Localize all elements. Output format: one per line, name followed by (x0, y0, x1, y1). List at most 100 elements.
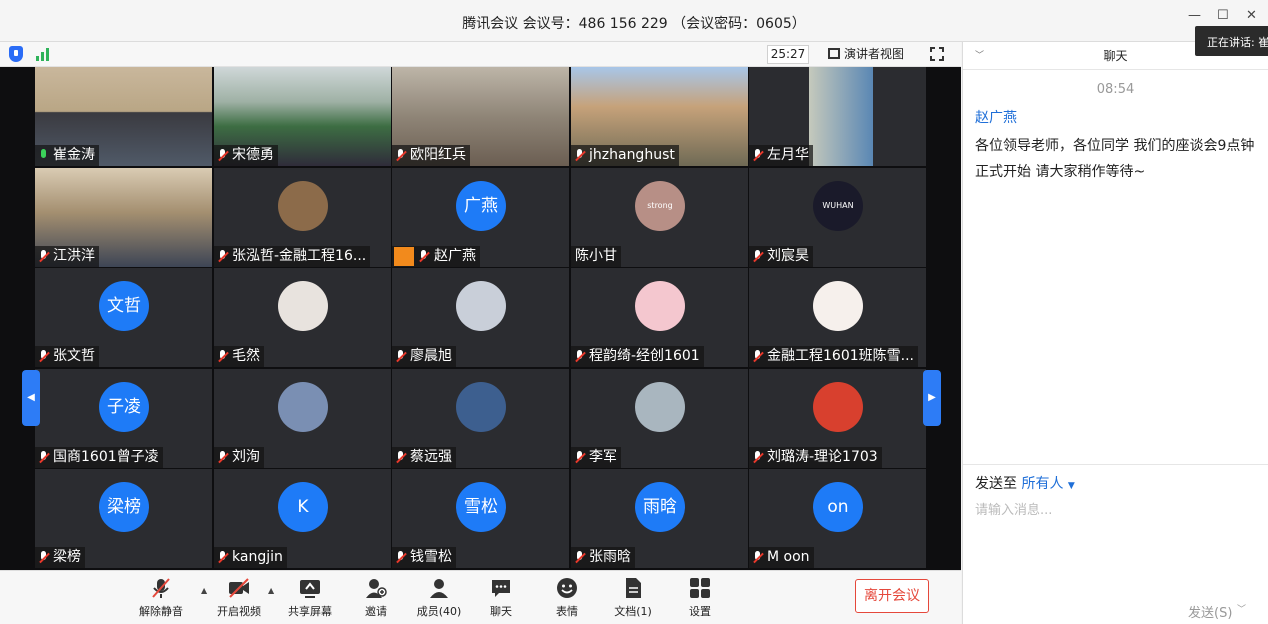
fullscreen-icon[interactable] (930, 47, 944, 61)
participant-tile[interactable]: 廖晨旭 (392, 268, 569, 367)
members-button[interactable]: 成员(40) (409, 577, 469, 619)
prev-page-arrow[interactable]: ◀ (22, 370, 40, 426)
participant-tile[interactable]: WUHAN 刘宸昊 (749, 168, 926, 267)
reactions-button[interactable]: 表情 (537, 577, 597, 619)
participant-tile[interactable]: strong 陈小甘 (571, 168, 748, 267)
participant-grid: 崔金涛 宋德勇 欧阳红兵 jhzhanghust 左月华江洪洋 张泓哲-金融工程16...… (35, 67, 926, 570)
meeting-toolbar: 解除静音 ▲ 开启视频 ▲ 共享屏幕 邀请 成员(40) 聊天 表情 文档(1)… (0, 570, 961, 624)
chat-button[interactable]: 聊天 (471, 577, 531, 619)
send-button[interactable]: 发送(S) (1188, 602, 1232, 621)
audio-options-caret-icon[interactable]: ▲ (201, 586, 207, 595)
mic-muted-icon (217, 451, 229, 464)
participant-label: 刘璐涛-理论1703 (749, 447, 882, 468)
participant-label: 国商1601曾子凌 (35, 447, 163, 468)
send-to-label: 发送至 (975, 476, 1017, 492)
dropdown-caret-icon[interactable]: ▼ (1068, 481, 1075, 491)
settings-label: 设置 (689, 605, 711, 618)
participant-avatar: 梁榜 (99, 482, 149, 532)
participant-label: M oon (749, 547, 814, 568)
participant-tile[interactable]: 江洪洋 (35, 168, 212, 267)
layout-icon (828, 48, 840, 59)
participant-label: 欧阳红兵 (392, 145, 470, 166)
mic-muted-icon (38, 451, 50, 464)
participant-tile[interactable]: 子凌国商1601曾子凌 (35, 369, 212, 468)
participant-tile[interactable]: 欧阳红兵 (392, 67, 569, 166)
mic-active-icon (38, 149, 49, 162)
send-options-chevron-icon[interactable]: ﹀ (1237, 602, 1246, 615)
participant-tile[interactable]: 雨晗 张雨晗 (571, 469, 748, 568)
participant-name: 刘洵 (232, 449, 260, 465)
signal-icon[interactable] (36, 47, 52, 61)
participant-name: 赵广燕 (434, 248, 476, 264)
members-icon (428, 577, 450, 599)
security-shield-icon[interactable] (9, 46, 23, 62)
participant-tile[interactable]: 广燕赵广燕 (392, 168, 569, 267)
participant-tile[interactable]: 程韵绮-经创1601 (571, 268, 748, 367)
message-input[interactable]: 请输入消息... (975, 499, 1268, 518)
participant-tile[interactable]: 雪松 钱雪松 (392, 469, 569, 568)
send-to-target[interactable]: 所有人 (1021, 476, 1063, 492)
mic-muted-icon (574, 350, 586, 363)
members-label: 成员(40) (416, 605, 462, 618)
mic-muted-icon (38, 250, 50, 263)
video-header: 25:27 演讲者视图 (0, 42, 961, 67)
participant-tile[interactable]: 李军 (571, 369, 748, 468)
video-options-caret-icon[interactable]: ▲ (268, 586, 274, 595)
leave-meeting-button[interactable]: 离开会议 (855, 579, 929, 613)
participant-avatar: on (813, 482, 863, 532)
send-to-selector[interactable]: 发送至 所有人 ▼ (975, 473, 1268, 493)
title-bar: 腾讯会议 会议号：486 156 229 （会议密码：0605） — ☐ ✕ (0, 0, 1268, 42)
mic-muted-icon (574, 551, 586, 564)
participant-tile[interactable]: 金融工程1601班陈雪... (749, 268, 926, 367)
participant-avatar: 子凌 (99, 382, 149, 432)
participant-avatar: 文哲 (99, 281, 149, 331)
mic-muted-icon (752, 551, 764, 564)
participant-tile[interactable]: 梁榜 梁榜 (35, 469, 212, 568)
participant-tile[interactable]: 蔡远强 (392, 369, 569, 468)
participant-avatar: 广燕 (456, 181, 506, 231)
participant-tile[interactable]: 崔金涛 (35, 67, 212, 166)
participant-tile[interactable]: 文哲 张文哲 (35, 268, 212, 367)
next-page-arrow[interactable]: ▶ (923, 370, 941, 426)
participant-tile[interactable]: jhzhanghust (571, 67, 748, 166)
mic-muted-icon (395, 551, 407, 564)
participant-tile[interactable]: on M oon (749, 469, 926, 568)
participant-label: 刘洵 (214, 447, 264, 468)
share-screen-button[interactable]: 共享屏幕 (280, 577, 340, 619)
mic-muted-icon (574, 451, 586, 464)
invite-button[interactable]: 邀请 (346, 577, 406, 619)
participant-name: 欧阳红兵 (410, 147, 466, 163)
participant-tile[interactable]: 张泓哲-金融工程16... (214, 168, 391, 267)
minimize-icon[interactable]: — (1188, 8, 1201, 23)
participant-tile[interactable]: 刘洵 (214, 369, 391, 468)
participant-name: jhzhanghust (589, 147, 675, 163)
chat-label: 聊天 (490, 605, 512, 618)
mic-muted-icon (217, 149, 229, 162)
participant-label: 李军 (571, 447, 621, 468)
docs-label: 文档(1) (614, 605, 652, 618)
participant-tile[interactable]: 左月华 (749, 67, 926, 166)
participant-name: 程韵绮-经创1601 (589, 348, 700, 364)
unmute-button[interactable]: 解除静音 (131, 577, 191, 619)
close-icon[interactable]: ✕ (1246, 8, 1257, 23)
speaking-indicator: 正在讲话: 崔 (1195, 26, 1268, 56)
participant-tile[interactable]: 毛然 (214, 268, 391, 367)
participant-name: 金融工程1601班陈雪... (767, 348, 914, 364)
mic-muted-icon (38, 350, 50, 363)
participant-avatar: K (278, 482, 328, 532)
participant-tile[interactable]: Kkangjin (214, 469, 391, 568)
participant-label: jhzhanghust (571, 145, 679, 166)
invite-label: 邀请 (365, 605, 387, 618)
speaker-view-button[interactable]: 演讲者视图 (828, 45, 904, 64)
participant-name: 李军 (589, 449, 617, 465)
participant-avatar (456, 281, 506, 331)
docs-button[interactable]: 文档(1) (603, 577, 663, 619)
settings-button[interactable]: 设置 (670, 577, 730, 619)
chevron-down-icon[interactable]: ﹀ (975, 42, 984, 70)
maximize-icon[interactable]: ☐ (1217, 8, 1229, 23)
message-time: 08:54 (1096, 82, 1135, 97)
smiley-icon (556, 577, 578, 599)
participant-tile[interactable]: 宋德勇 (214, 67, 391, 166)
start-video-button[interactable]: 开启视频 (209, 577, 269, 619)
participant-tile[interactable]: 刘璐涛-理论1703 (749, 369, 926, 468)
